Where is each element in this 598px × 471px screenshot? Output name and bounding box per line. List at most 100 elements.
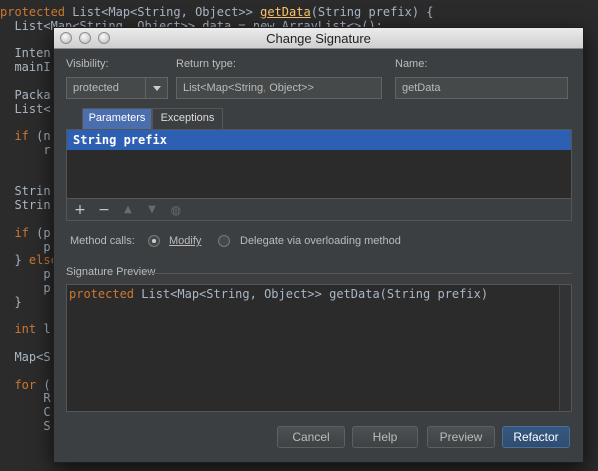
name-field[interactable]: getData [395,77,568,99]
code-line[interactable]: p [0,239,51,255]
code-line[interactable]: List< [0,101,51,117]
add-icon[interactable]: + [71,201,89,219]
code-line[interactable]: protected List<Map<String, Object>> getD… [0,5,434,20]
code-line[interactable]: p [0,281,50,296]
code-token: Inten [0,46,51,61]
code-token: if [14,225,29,240]
refactor-button-label: Refactor [513,430,559,444]
signature-preview-label: Signature Preview [66,266,156,278]
zoom-window-icon[interactable] [98,32,110,44]
return-type-part: List<Map<String [183,82,264,94]
signature-preview[interactable]: protected List<Map<String, Object>> getD… [66,284,572,412]
code-token: ( [36,377,51,392]
code-line[interactable]: Strin [0,198,51,213]
code-token: R [0,391,51,406]
move-down-icon[interactable]: ▼ [143,201,161,219]
code-token: if [14,129,29,144]
code-token: } [0,253,29,268]
method-name: getData [260,5,311,19]
delegate-label: Delegate via overloading method [240,235,401,247]
tab-exceptions[interactable]: Exceptions [152,108,223,129]
code-token: List< [0,101,51,116]
code-line[interactable]: R [0,391,51,406]
code-token: Strin [0,184,51,199]
code-line[interactable]: Map<S [0,350,51,365]
code-token: C [0,405,51,420]
code-line[interactable]: Packa [0,87,51,103]
preview-button-label: Preview [439,430,483,444]
code-token: (String prefix) { [310,5,434,19]
table-row[interactable]: String prefix [67,130,571,150]
minimize-window-icon[interactable] [79,32,91,44]
separator [144,273,572,274]
return-type-label: Return type: [176,58,236,70]
vertical-scrollbar[interactable] [559,285,571,411]
code-line[interactable]: if (p [0,225,51,241]
code-token: Packa [0,87,51,102]
chevron-down-icon[interactable] [145,78,167,98]
visibility-value: protected [73,82,119,94]
cancel-button[interactable]: Cancel [277,426,345,448]
modify-label: Modify [169,235,201,247]
dialog-title: Change Signature [266,31,371,46]
dialog-titlebar: Change Signature [54,28,583,49]
modify-label-text: Modify [169,235,202,247]
code-token: (n [28,129,51,144]
modify-radio[interactable] [148,235,160,247]
visibility-select[interactable]: protected [66,77,168,99]
visibility-label: Visibility: [66,58,109,70]
cancel-button-label: Cancel [292,430,330,444]
propagate-icon[interactable]: ◍ [167,201,185,219]
code-line[interactable]: S [0,419,51,434]
parameters-table[interactable]: String prefix [66,129,572,199]
preview-button[interactable]: Preview [427,426,495,448]
code-token: S [0,419,51,433]
code-token: p [0,267,51,282]
code-line[interactable]: p [0,267,51,282]
close-window-icon[interactable] [60,32,72,44]
code-line[interactable]: int l [0,322,51,337]
tab-parameters-label: Parameters [88,112,146,124]
code-token: int [14,322,37,337]
return-type-part: Object>> [266,82,314,94]
parameters-toolbar: + − ▲ ▼ ◍ [66,199,572,221]
code-line[interactable]: r [0,143,51,158]
code-token: p [0,239,51,254]
code-token: List<Map<String, Object>> [65,5,261,19]
code-line[interactable]: Inten [0,46,51,61]
code-token: for [14,377,37,392]
code-line[interactable]: C [0,405,51,420]
tab-parameters[interactable]: Parameters [82,108,152,129]
code-line[interactable]: mainI [0,60,51,75]
delegate-radio[interactable] [218,235,230,247]
move-up-icon[interactable]: ▲ [119,201,137,219]
code-line[interactable]: } else [0,253,57,268]
code-line[interactable]: if (n [0,129,51,144]
change-signature-dialog: Change Signature Visibility: protected R… [53,27,584,463]
refactor-button[interactable]: Refactor [502,426,570,448]
code-token: r [0,143,51,157]
remove-icon[interactable]: − [95,201,113,219]
code-line[interactable]: } [0,294,22,310]
code-token: (p [28,225,51,240]
return-type-field[interactable]: List<Map<String, Object>> [176,77,382,99]
code-token: Map<S [0,350,51,364]
code-token: } [0,294,22,309]
code-token: protected [0,5,66,19]
code-token: l [36,322,51,337]
code-line[interactable]: for ( [0,377,51,393]
help-button[interactable]: Help [352,426,418,448]
parameter-text: String prefix [73,133,167,147]
preview-keyword: protected [69,287,135,301]
help-button-label: Help [372,430,398,444]
code-token: Strin [0,198,51,213]
code-line[interactable]: Strin [0,184,51,199]
method-calls-label: Method calls: [70,235,135,247]
name-label: Name: [395,58,428,70]
code-token: mainI [0,60,51,75]
tab-exceptions-label: Exceptions [160,112,215,124]
